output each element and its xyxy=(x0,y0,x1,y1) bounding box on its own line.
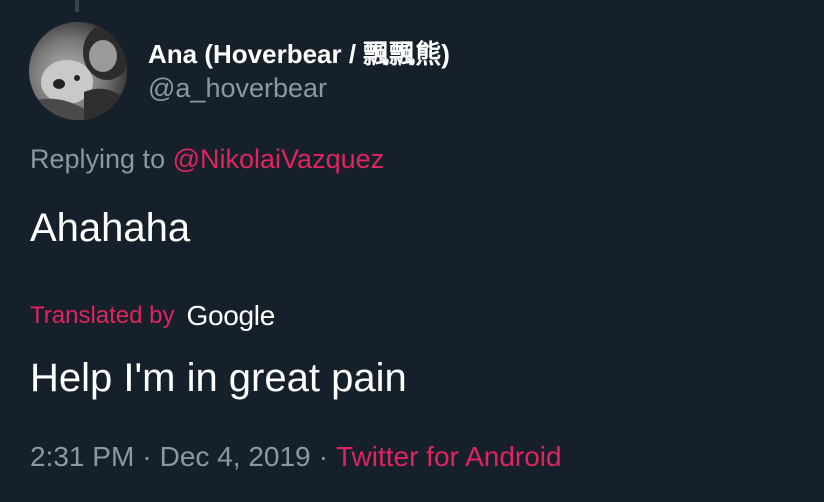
author-handle[interactable]: @a_hoverbear xyxy=(148,73,327,104)
replying-to-label: Replying to xyxy=(30,144,166,174)
replying-to-line: Replying to @NikolaiVazquez xyxy=(30,144,384,175)
avatar-photo xyxy=(29,22,127,120)
replying-to-mention-link[interactable]: @NikolaiVazquez xyxy=(173,144,385,174)
tweet-time[interactable]: 2:31 PM xyxy=(30,441,134,472)
author-name[interactable]: Ana (Hoverbear / 飄飄熊) xyxy=(148,34,450,71)
thread-connector-line xyxy=(75,0,79,12)
avatar[interactable] xyxy=(29,22,127,120)
translation-attribution: Translated by Google xyxy=(30,300,275,332)
tweet-date[interactable]: Dec 4, 2019 xyxy=(160,441,311,472)
translated-by-label: Translated by xyxy=(30,302,175,329)
google-logo: Google xyxy=(186,300,276,331)
meta-separator: · xyxy=(142,441,152,472)
tweet-text: Ahahaha xyxy=(30,206,191,250)
meta-separator: · xyxy=(318,441,328,472)
tweet-metadata: 2:31 PM · Dec 4, 2019 · Twitter for Android xyxy=(30,441,562,473)
tweet-source-link[interactable]: Twitter for Android xyxy=(336,441,562,472)
translated-tweet-text: Help I'm in great pain xyxy=(30,356,407,400)
